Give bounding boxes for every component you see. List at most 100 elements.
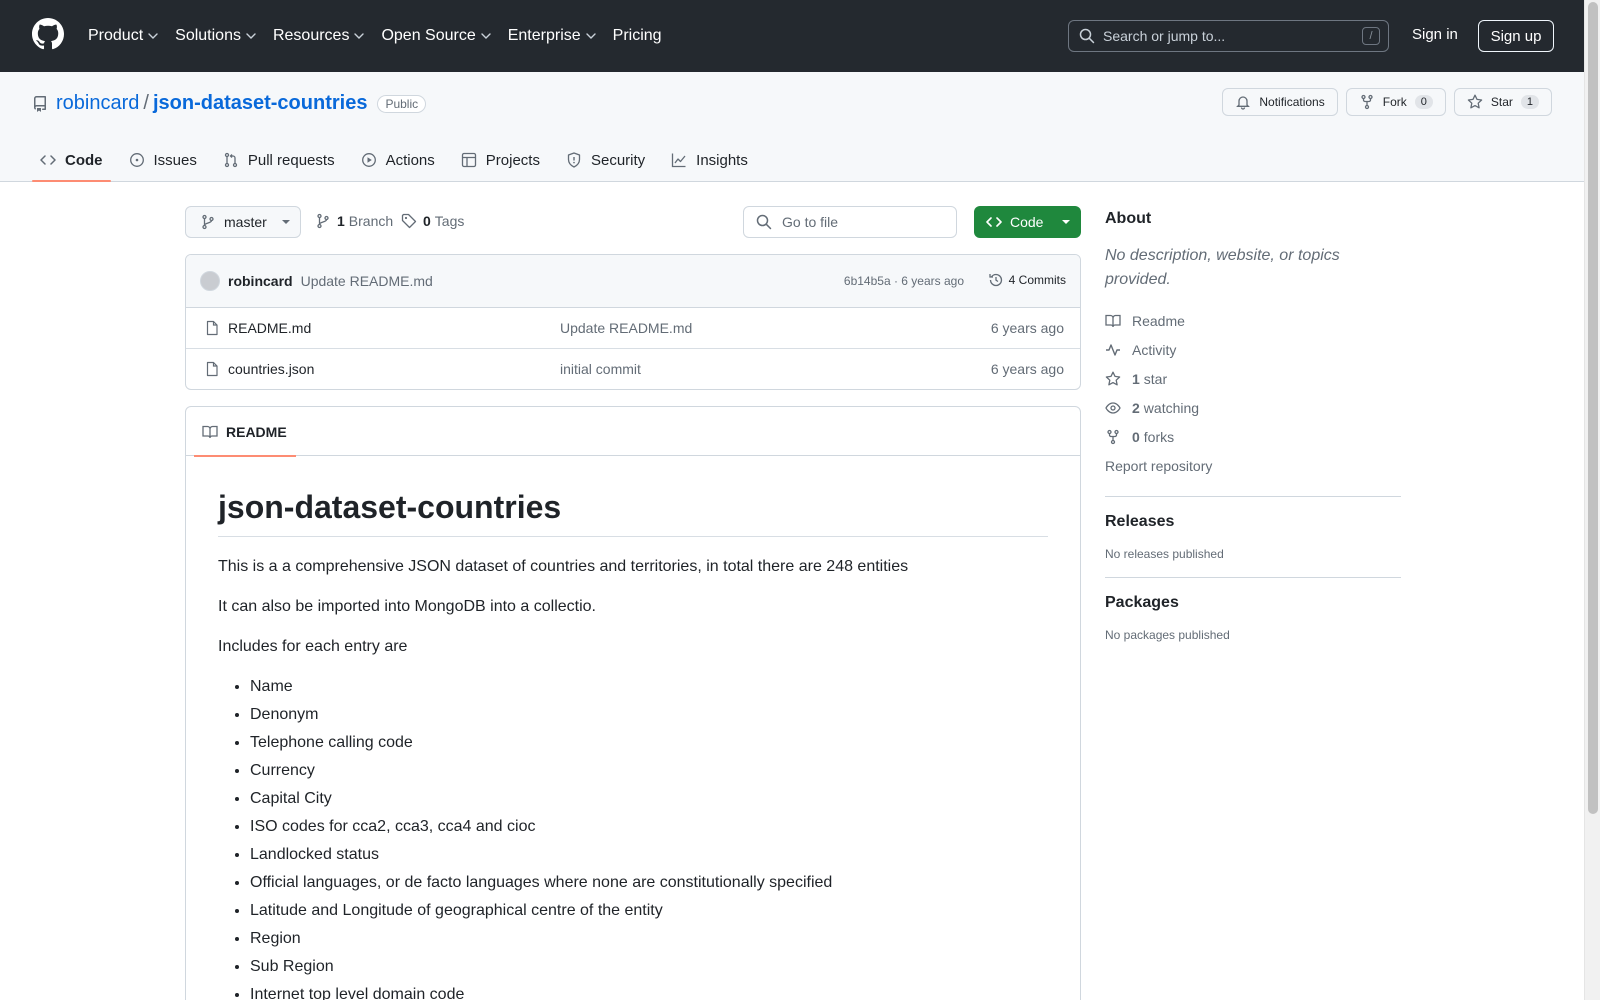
readme-link-label: Readme <box>1132 312 1185 329</box>
notifications-label: Notifications <box>1259 95 1325 109</box>
tab-security[interactable]: Security <box>558 139 653 181</box>
tab-code[interactable]: Code <box>32 139 111 182</box>
commit-meta[interactable]: 6b14b5a · 6 years ago <box>844 274 964 288</box>
go-to-file-input[interactable]: Go to file <box>743 206 957 238</box>
star-button[interactable]: Star 1 <box>1453 88 1552 116</box>
code-download-button[interactable]: Code <box>974 206 1081 238</box>
global-nav: Product Solutions Resources Open Source Ente… <box>88 0 679 72</box>
list-item: Sub Region <box>250 955 1048 979</box>
file-commit-message[interactable]: Update README.md <box>560 320 692 336</box>
repo-name-link[interactable]: json-dataset-countries <box>153 92 367 115</box>
pull-request-icon <box>223 152 248 168</box>
file-name-link[interactable]: README.md <box>228 320 311 336</box>
file-name-link[interactable]: countries.json <box>228 361 314 377</box>
caret-down-icon <box>281 219 291 225</box>
nav-resources[interactable]: Resources <box>273 27 365 45</box>
fork-icon <box>1359 94 1383 110</box>
file-toolbar: master 1 Branch 0 Tags Go to file Code <box>185 206 1081 238</box>
sign-up-button[interactable]: Sign up <box>1478 20 1554 52</box>
chevron-down-icon <box>246 33 256 39</box>
list-item: Currency <box>250 759 1048 783</box>
graph-icon <box>671 152 696 168</box>
fork-label: Fork <box>1382 95 1407 109</box>
file-commit-message[interactable]: initial commit <box>560 361 641 377</box>
nav-label: Enterprise <box>507 27 581 44</box>
readme-title: json-dataset-countries <box>218 488 1048 538</box>
readme-paragraph: This is a a comprehensive JSON dataset o… <box>218 558 909 576</box>
chevron-down-icon <box>585 33 596 39</box>
releases-heading[interactable]: Releases <box>1105 513 1401 531</box>
sign-in-link[interactable]: Sign in <box>1412 26 1458 43</box>
book-icon <box>202 424 226 440</box>
branches-link[interactable]: 1 Branch <box>315 213 393 229</box>
fork-button[interactable]: Fork 0 <box>1345 88 1446 116</box>
packages-heading[interactable]: Packages <box>1105 594 1401 612</box>
search-placeholder: Search or jump to... <box>1103 28 1226 44</box>
nav-label: Product <box>88 27 144 44</box>
repo-actions: Notifications Fork 0 Star 1 <box>1214 88 1552 116</box>
avatar[interactable] <box>200 271 220 291</box>
sidebar-divider <box>1105 577 1401 578</box>
report-repository-link[interactable]: Report repository <box>1105 451 1401 480</box>
list-item: Official languages, or de facto language… <box>250 871 1048 895</box>
book-icon <box>1105 313 1132 329</box>
search-shortcut-hint: / <box>1362 27 1380 45</box>
forks-link[interactable]: 0 forks <box>1105 422 1401 451</box>
notifications-button[interactable]: Notifications <box>1222 88 1338 116</box>
pulse-icon <box>1105 342 1132 358</box>
code-icon <box>40 152 65 168</box>
tag-label: Tags <box>434 213 465 229</box>
code-icon <box>986 214 1002 230</box>
visibility-badge: Public <box>377 94 427 113</box>
shield-icon <box>566 152 591 168</box>
eye-icon <box>1105 400 1132 416</box>
nav-open-source[interactable]: Open Source <box>381 27 491 45</box>
watching-count: 2 <box>1132 399 1140 416</box>
tab-issues[interactable]: Issues <box>121 139 205 181</box>
commits-count: 4 Commits <box>1008 273 1066 287</box>
readme-tab[interactable]: README <box>194 407 296 457</box>
nav-label: Open Source <box>381 27 476 44</box>
bell-icon <box>1235 94 1259 110</box>
readme-paragraph: It can also be imported into MongoDB int… <box>218 598 596 616</box>
commits-link[interactable]: 4 Commits <box>988 272 1066 288</box>
file-row: README.md Update README.md 6 years ago <box>186 308 1080 349</box>
star-count: 1 <box>1520 95 1539 109</box>
nav-solutions[interactable]: Solutions <box>175 27 256 45</box>
branch-select-button[interactable]: master <box>185 206 301 238</box>
commit-author[interactable]: robincard <box>228 273 293 289</box>
commit-message[interactable]: Update README.md <box>301 273 433 289</box>
packages-empty: No packages published <box>1105 628 1230 642</box>
watching-link[interactable]: 2 watching <box>1105 393 1401 422</box>
chevron-down-icon <box>148 33 158 39</box>
stars-link[interactable]: 1 star <box>1105 364 1401 393</box>
github-logo-icon[interactable] <box>32 18 64 50</box>
file-icon <box>204 320 220 336</box>
repo-header: robincard / json-dataset-countries Publi… <box>0 72 1584 182</box>
readme-paragraph: Includes for each entry are <box>218 638 408 656</box>
list-item: Landlocked status <box>250 843 1048 867</box>
play-icon <box>361 152 386 168</box>
nav-pricing[interactable]: Pricing <box>613 27 662 45</box>
scrollbar-thumb[interactable] <box>1588 2 1598 814</box>
global-header: Product Solutions Resources Open Source Ente… <box>0 0 1584 72</box>
search-input[interactable]: Search or jump to... / <box>1068 20 1389 52</box>
repo-title: robincard / json-dataset-countries Publi… <box>32 92 427 115</box>
page-scrollbar[interactable] <box>1584 0 1600 1000</box>
tags-link[interactable]: 0 Tags <box>401 213 464 229</box>
activity-link[interactable]: Activity <box>1105 335 1401 364</box>
repo-tabs: Code Issues Pull requests Actions Projects Se… <box>32 139 766 182</box>
tab-projects[interactable]: Projects <box>453 139 548 181</box>
tab-pull-requests[interactable]: Pull requests <box>215 139 343 181</box>
nav-product[interactable]: Product <box>88 27 158 45</box>
branch-count: 1 <box>337 213 345 229</box>
readme-tab-label: README <box>226 423 287 440</box>
tab-insights[interactable]: Insights <box>663 139 756 181</box>
tab-label: Projects <box>485 151 540 169</box>
readme-tabbar: README <box>186 407 1080 457</box>
readme-link[interactable]: Readme <box>1105 306 1401 335</box>
repo-owner-link[interactable]: robincard <box>56 92 139 115</box>
tab-actions[interactable]: Actions <box>353 139 443 181</box>
chevron-down-icon <box>481 33 491 39</box>
nav-enterprise[interactable]: Enterprise <box>508 27 596 45</box>
